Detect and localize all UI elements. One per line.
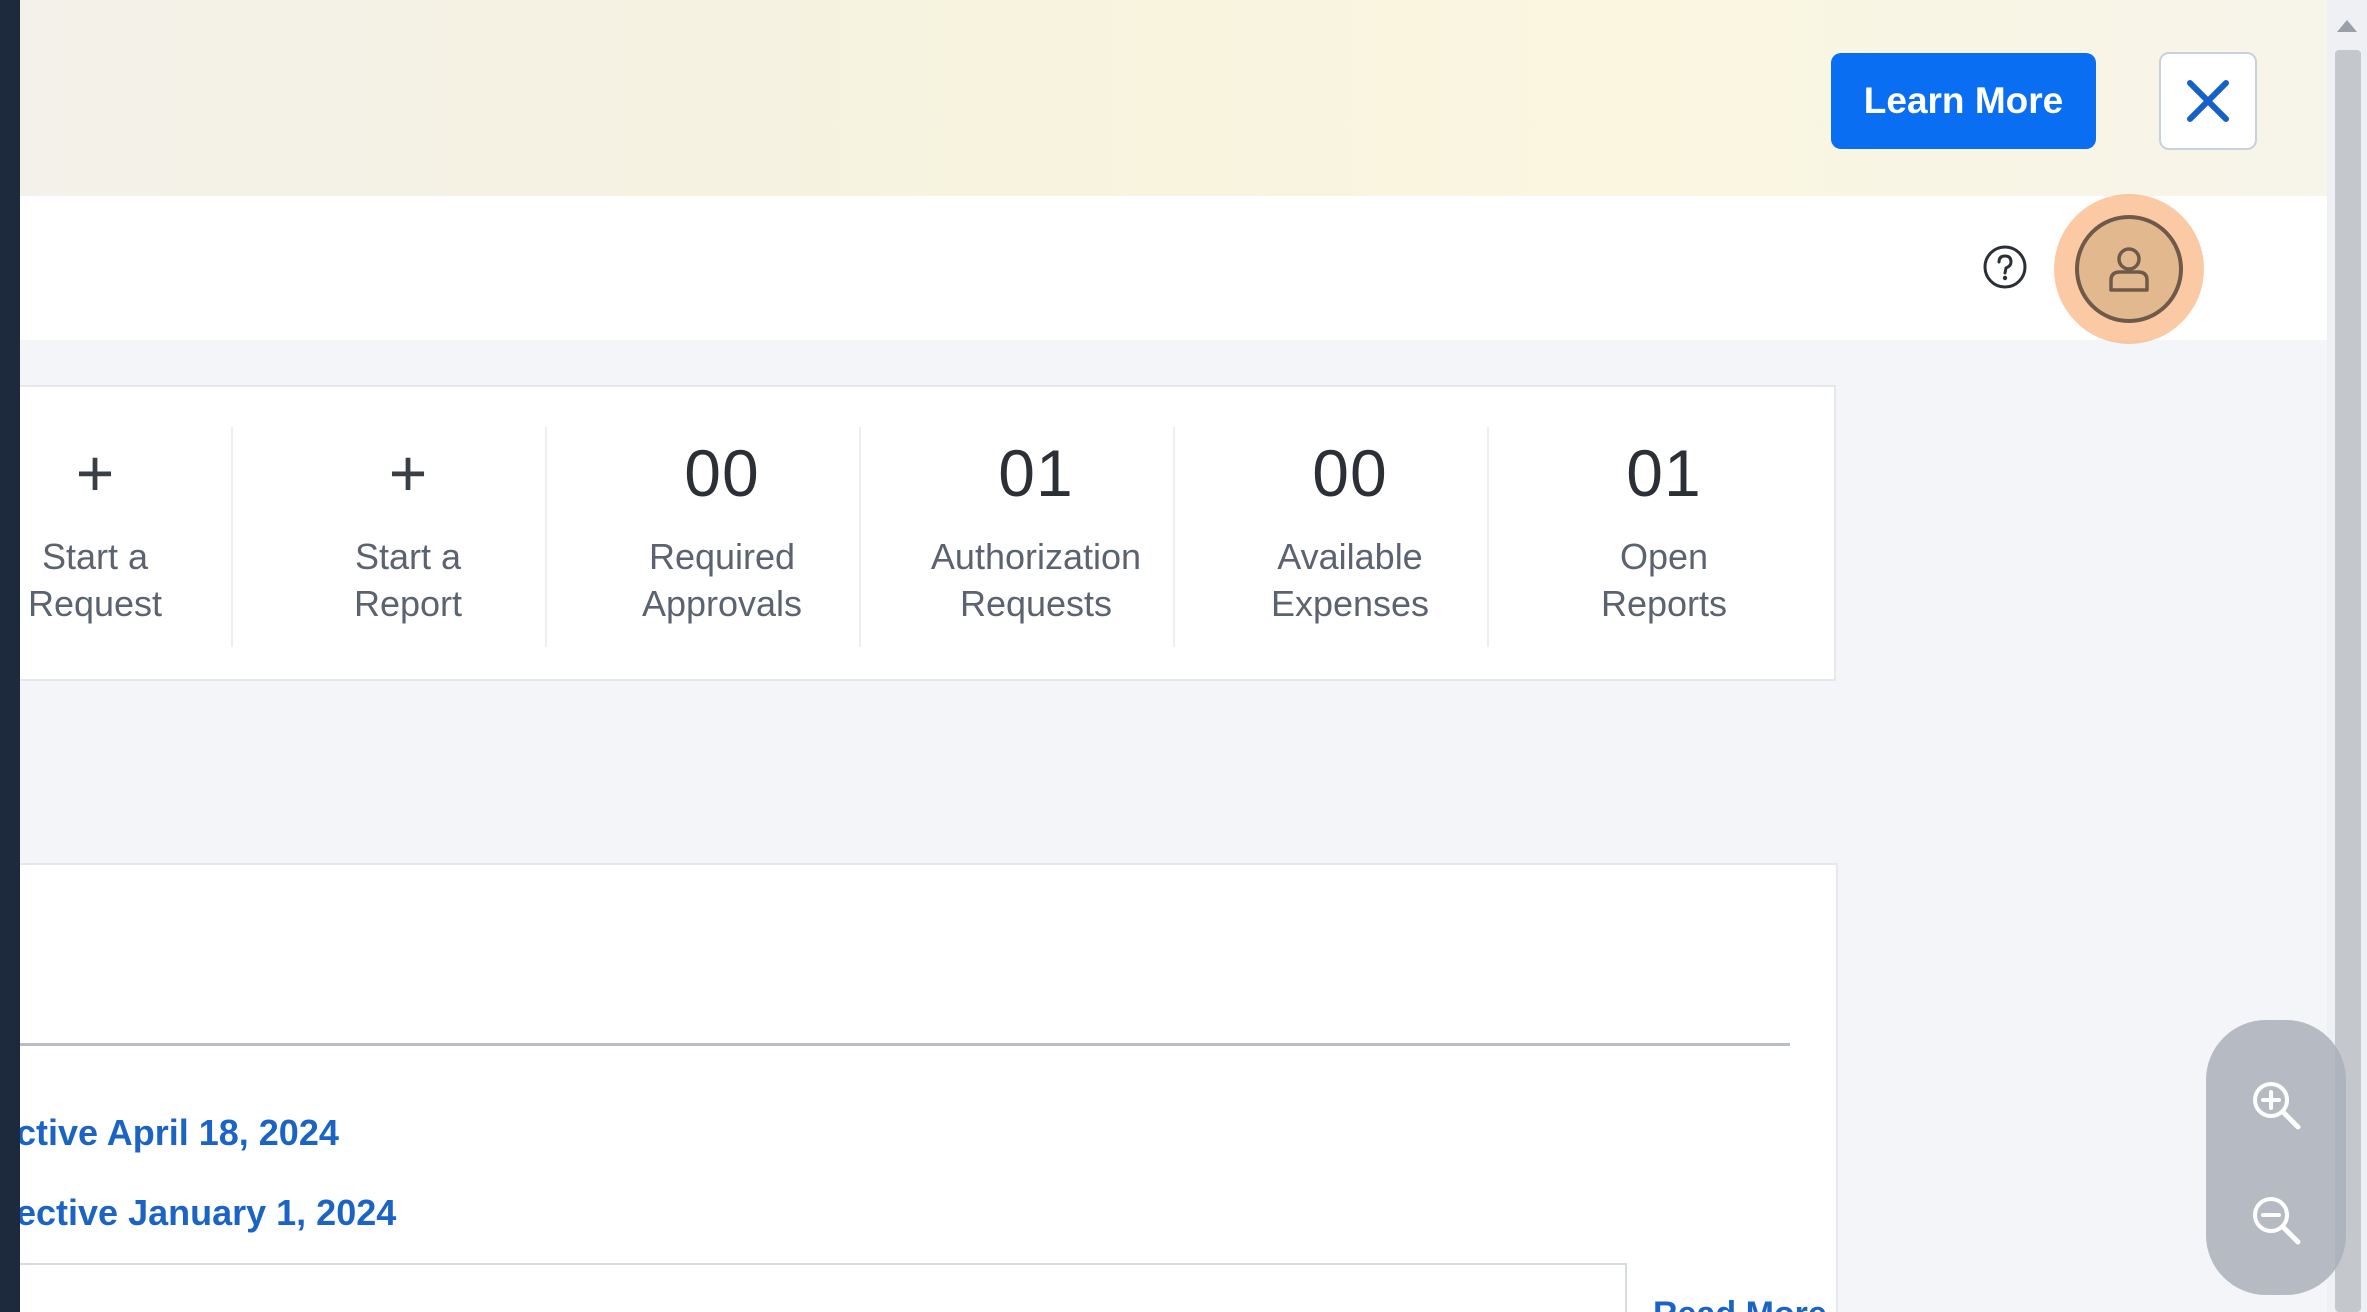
tile-count: 00 — [684, 436, 760, 510]
close-icon — [2187, 80, 2229, 122]
tile-divider — [1173, 427, 1175, 647]
divider — [20, 1043, 1790, 1046]
tile-divider — [859, 427, 861, 647]
app-header — [20, 194, 2327, 344]
tile-divider — [545, 427, 547, 647]
read-more-link[interactable]: Read More — [1653, 1295, 1827, 1312]
zoom-control — [2206, 1020, 2346, 1295]
tile-open-reports[interactable]: 01 Open Reports — [1507, 427, 1821, 647]
avatar — [2075, 215, 2183, 323]
notice-link[interactable]: ective January 1, 2024 — [20, 1192, 396, 1234]
help-icon — [1983, 245, 2027, 289]
quick-actions-bar: + Start a Request + Start a Report 00 Re… — [20, 385, 1836, 681]
tile-available-expenses[interactable]: 00 Available Expenses — [1193, 427, 1507, 647]
tile-label: Start a Request — [27, 536, 163, 624]
zoom-out-button[interactable] — [2241, 1185, 2311, 1255]
notice-content-box — [20, 1263, 1627, 1312]
tile-required-approvals[interactable]: 00 Required Approvals — [565, 427, 879, 647]
notice-link[interactable]: ctive April 18, 2024 — [20, 1112, 339, 1154]
scroll-up-arrow[interactable] — [2337, 20, 2357, 32]
promo-banner: Learn More — [20, 0, 2327, 196]
tile-label: Available Expenses — [1270, 536, 1430, 624]
tile-start-report[interactable]: + Start a Report — [251, 427, 565, 647]
tile-label: Required Approvals — [641, 536, 803, 624]
tile-count: 01 — [998, 436, 1074, 510]
app-viewport: Learn More + Start a Request + Start a R… — [20, 0, 2367, 1312]
tile-start-request[interactable]: + Start a Request — [20, 427, 252, 647]
tile-label: Start a Report — [353, 536, 463, 624]
tile-authorization-requests[interactable]: 01 Authorization Requests — [879, 427, 1193, 647]
zoom-in-icon — [2253, 1082, 2301, 1130]
tile-label: Open Reports — [1600, 536, 1728, 624]
company-notes-panel: ctive April 18, 2024 ective January 1, 2… — [20, 863, 1838, 1312]
plus-icon: + — [388, 436, 428, 510]
zoom-in-button[interactable] — [2241, 1070, 2311, 1140]
close-banner-button[interactable] — [2159, 52, 2257, 150]
tile-count: 01 — [1626, 436, 1702, 510]
profile-icon — [2109, 247, 2149, 292]
profile-button[interactable] — [2054, 194, 2204, 344]
help-button[interactable] — [1980, 242, 2030, 292]
tile-divider — [231, 427, 233, 647]
zoom-out-icon — [2253, 1197, 2301, 1245]
tile-divider — [1487, 427, 1489, 647]
tile-label: Authorization Requests — [930, 536, 1142, 624]
learn-more-button[interactable]: Learn More — [1831, 53, 2096, 149]
tile-count: 00 — [1312, 436, 1388, 510]
plus-icon: + — [75, 436, 115, 510]
